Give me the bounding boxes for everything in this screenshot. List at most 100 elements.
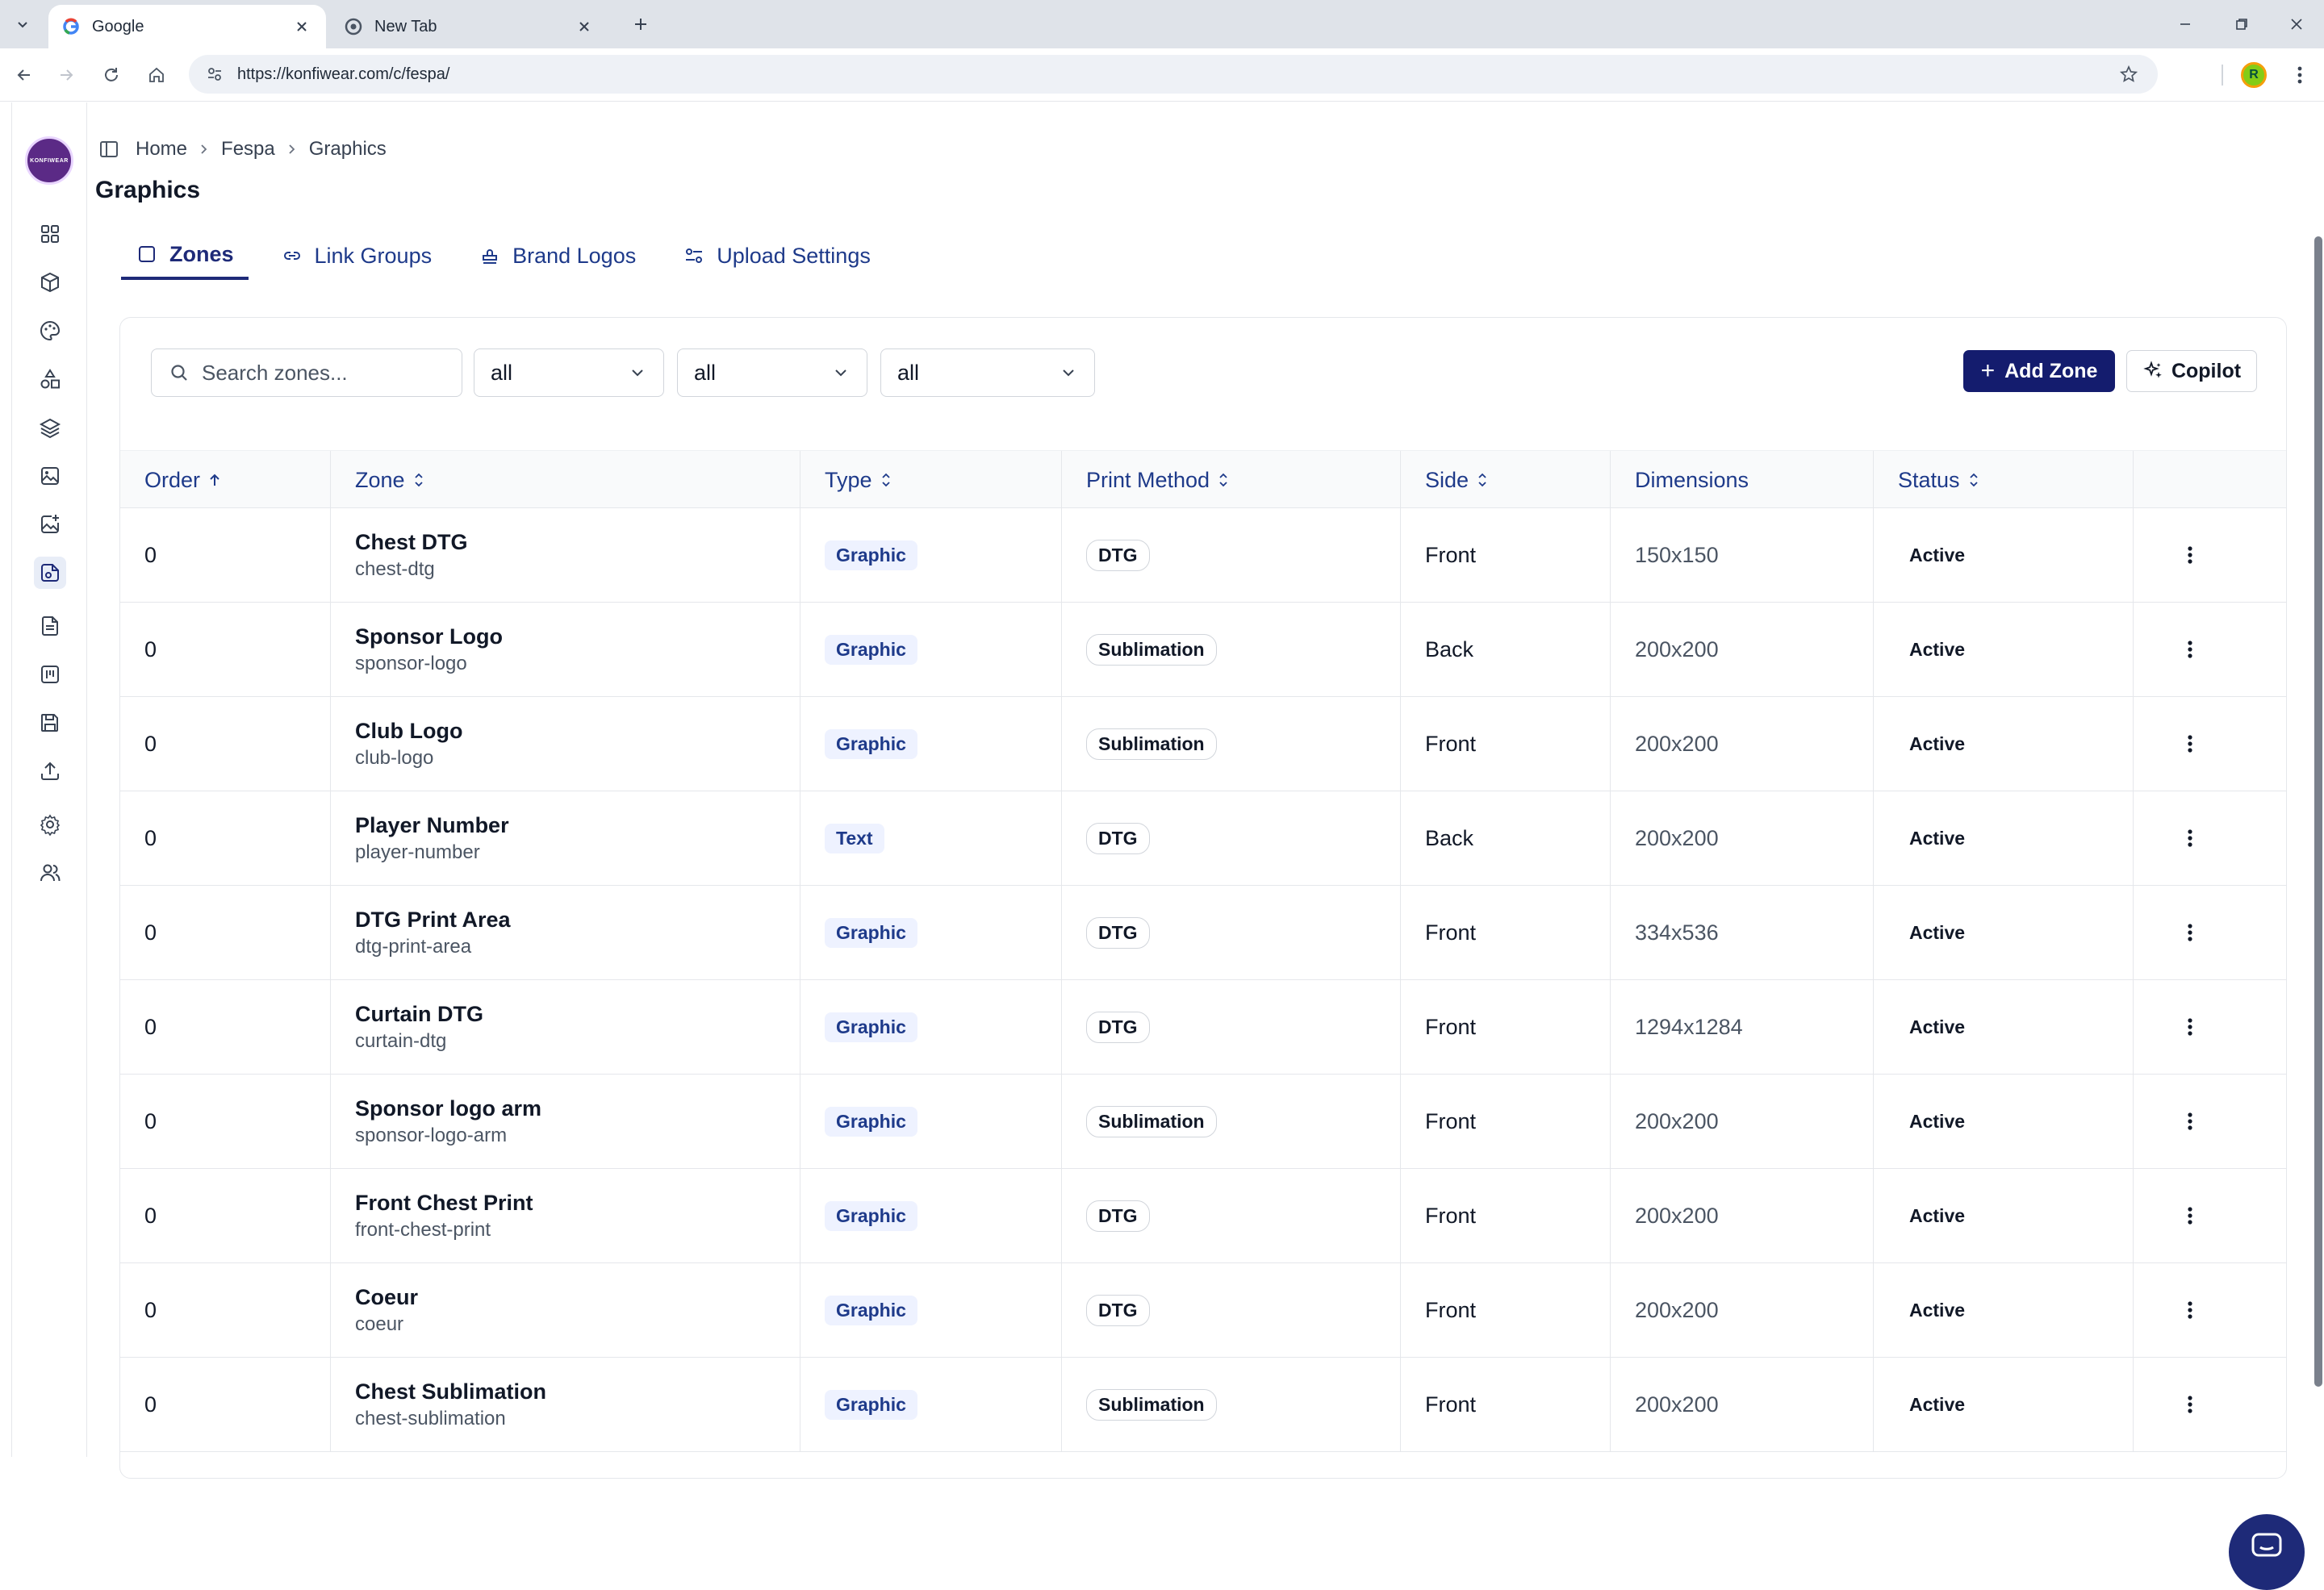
side-filter-select[interactable]: all (880, 348, 1095, 397)
row-actions-button[interactable] (2176, 729, 2205, 758)
dimensions-value: 200x200 (1635, 1108, 1719, 1133)
column-header-order[interactable]: Order (120, 451, 330, 509)
reload-button[interactable] (98, 62, 124, 88)
sidebar-item-saved[interactable] (34, 707, 66, 739)
table-row[interactable]: 0 Club Logo club-logo Graphic Sublimatio… (120, 697, 2286, 791)
sidebar-item-images[interactable] (34, 460, 66, 492)
zone-name[interactable]: Club Logo (355, 719, 800, 744)
sidebar-item-colors[interactable] (34, 315, 66, 347)
back-button[interactable] (11, 62, 37, 88)
zone-name[interactable]: Coeur (355, 1285, 800, 1310)
table-row[interactable]: 0 Coeur coeur Graphic DTG Front 200x200 … (120, 1263, 2286, 1358)
table-row[interactable]: 0 Chest DTG chest-dtg Graphic DTG Front … (120, 508, 2286, 603)
row-actions-button[interactable] (2176, 1012, 2205, 1041)
row-actions-button[interactable] (2176, 635, 2205, 664)
minimize-button[interactable] (2169, 11, 2201, 37)
tab-brand-logos[interactable]: Brand Logos (464, 232, 650, 280)
sidebar-item-upload[interactable] (34, 755, 66, 787)
method-filter-select[interactable]: all (677, 348, 867, 397)
document-icon (39, 615, 61, 637)
row-actions-button[interactable] (2176, 1296, 2205, 1325)
tab-link-groups[interactable]: Link Groups (266, 232, 447, 280)
breadcrumb-home[interactable]: Home (136, 138, 187, 161)
sidebar-item-settings[interactable] (34, 808, 66, 841)
cell-zone: Sponsor Logo sponsor-logo (330, 603, 800, 696)
site-settings-icon[interactable] (203, 63, 226, 86)
zone-name[interactable]: DTG Print Area (355, 908, 800, 933)
search-input[interactable] (202, 360, 444, 386)
table-row[interactable]: 0 Front Chest Print front-chest-print Gr… (120, 1169, 2286, 1263)
close-icon[interactable] (573, 15, 596, 38)
table-row[interactable]: 0 Sponsor Logo sponsor-logo Graphic Subl… (120, 603, 2286, 697)
restore-button[interactable] (2226, 11, 2258, 37)
zone-name[interactable]: Chest DTG (355, 530, 800, 555)
shapes-icon (39, 368, 61, 390)
column-header-status[interactable]: Status (1873, 451, 2133, 509)
row-actions-button[interactable] (2176, 1201, 2205, 1230)
sidebar-toggle-icon[interactable] (97, 137, 121, 161)
sidebar-item-boards[interactable] (34, 658, 66, 691)
org-avatar[interactable]: KONFIWEAR (25, 136, 73, 185)
table-row[interactable]: 0 Chest Sublimation chest-sublimation Gr… (120, 1358, 2286, 1452)
zone-name[interactable]: Curtain DTG (355, 1002, 800, 1027)
zone-slug: coeur (355, 1312, 404, 1335)
column-header-type[interactable]: Type (800, 451, 1061, 509)
bookmark-star-icon[interactable] (2117, 63, 2140, 86)
copilot-button[interactable]: Copilot (2126, 350, 2257, 392)
new-tab-button[interactable] (628, 11, 654, 37)
search-field[interactable] (151, 348, 462, 397)
kebab-icon (2188, 641, 2192, 658)
dimensions-value: 200x200 (1635, 1297, 1719, 1322)
status-badge: Active (1909, 544, 1966, 565)
tab-zones[interactable]: Zones (121, 232, 249, 280)
sidebar-item-layers[interactable] (34, 411, 66, 444)
zone-name[interactable]: Front Chest Print (355, 1191, 800, 1216)
chat-launcher-button[interactable] (2229, 1514, 2305, 1590)
row-actions-button[interactable] (2176, 824, 2205, 853)
column-header-print-method[interactable]: Print Method (1061, 451, 1400, 509)
breadcrumb-fespa[interactable]: Fespa (221, 138, 275, 161)
browser-tab-newtab[interactable]: New Tab (331, 5, 608, 48)
plus-icon (633, 16, 649, 32)
browser-menu-button[interactable] (2287, 62, 2313, 88)
sidebar-item-shapes[interactable] (34, 363, 66, 395)
sidebar-item-image-add[interactable] (34, 508, 66, 540)
row-actions-button[interactable] (2176, 1107, 2205, 1136)
zone-name[interactable]: Sponsor Logo (355, 624, 800, 649)
sidebar-item-documents[interactable] (34, 610, 66, 642)
page-tabs: Zones Link Groups Brand Logos Upload Set… (121, 232, 903, 280)
table-row[interactable]: 0 Player Number player-number Text DTG B… (120, 791, 2286, 886)
cell-order: 0 (120, 886, 330, 979)
zone-name[interactable]: Chest Sublimation (355, 1379, 800, 1404)
sidebar-item-dashboard[interactable] (34, 218, 66, 250)
zone-name[interactable]: Sponsor logo arm (355, 1096, 800, 1121)
home-button[interactable] (144, 62, 169, 88)
row-actions-button[interactable] (2176, 918, 2205, 947)
window-close-button[interactable] (2280, 11, 2313, 37)
tab-search-button[interactable] (6, 9, 39, 40)
kebab-icon (2188, 1112, 2192, 1130)
table-row[interactable]: 0 Curtain DTG curtain-dtg Graphic DTG Fr… (120, 980, 2286, 1075)
page-scrollbar[interactable] (2314, 236, 2322, 1387)
close-icon[interactable] (290, 15, 313, 38)
table-row[interactable]: 0 Sponsor logo arm sponsor-logo-arm Grap… (120, 1075, 2286, 1169)
cell-type: Graphic (800, 980, 1061, 1074)
tab-upload-settings[interactable]: Upload Settings (668, 232, 885, 280)
column-header-side[interactable]: Side (1400, 451, 1610, 509)
forward-button[interactable] (53, 62, 79, 88)
row-actions-button[interactable] (2176, 540, 2205, 570)
type-filter-select[interactable]: all (474, 348, 664, 397)
zone-name[interactable]: Player Number (355, 813, 800, 838)
cell-dimensions: 200x200 (1610, 697, 1873, 791)
row-actions-button[interactable] (2176, 1390, 2205, 1419)
cell-print-method: DTG (1061, 1263, 1400, 1357)
address-bar[interactable]: https://konfiwear.com/c/fespa/ (189, 55, 2158, 94)
table-row[interactable]: 0 DTG Print Area dtg-print-area Graphic … (120, 886, 2286, 980)
browser-tab-google[interactable]: Google (48, 5, 326, 48)
extension-icon[interactable]: R (2241, 62, 2267, 88)
sidebar-item-graphics[interactable] (34, 557, 66, 589)
add-zone-button[interactable]: + Add Zone (1963, 350, 2115, 392)
sidebar-item-products[interactable] (34, 266, 66, 298)
sidebar-item-users[interactable] (34, 857, 66, 889)
column-header-zone[interactable]: Zone (330, 451, 800, 509)
